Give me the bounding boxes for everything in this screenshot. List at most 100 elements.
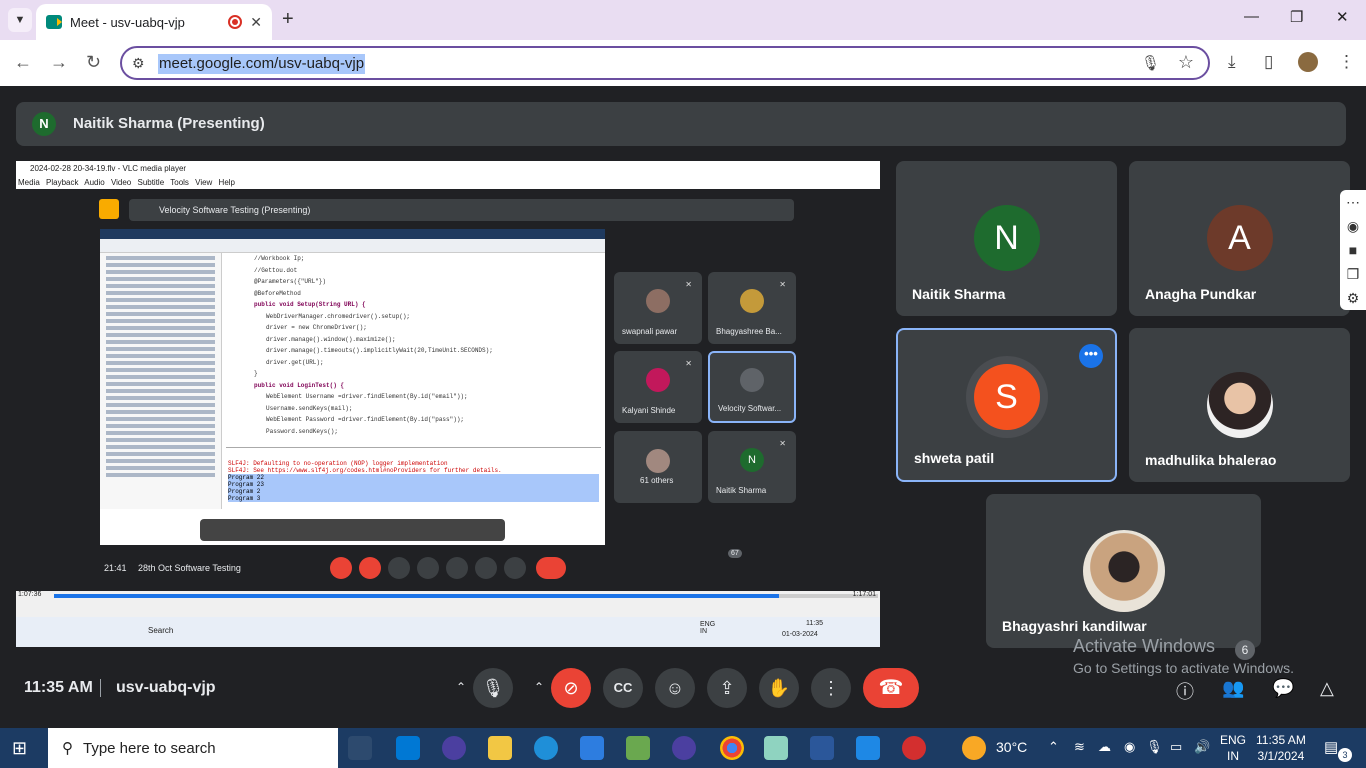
- clock-time: 11:35 AM: [1256, 733, 1306, 747]
- inner-tile: ✕ swapnali pawar: [614, 272, 702, 344]
- participant-tile-speaking[interactable]: S ••• shweta patil: [896, 328, 1117, 482]
- code-line: WebElement Password =driver.findElement(…: [266, 416, 465, 423]
- avatar: [646, 288, 670, 313]
- close-tab-icon[interactable]: ✕: [250, 14, 262, 31]
- pip-icon[interactable]: ❐: [1340, 262, 1366, 286]
- windows-start-icon[interactable]: ⊞: [12, 738, 27, 759]
- camera-tray-icon[interactable]: ◉: [1124, 739, 1135, 755]
- inner-cam-off-icon: [359, 557, 381, 579]
- avatar: [1082, 530, 1165, 612]
- emoji-button[interactable]: ☺: [655, 668, 695, 708]
- console-line: Program 23: [228, 481, 599, 488]
- file-explorer-icon[interactable]: [488, 736, 512, 760]
- code-line: driver = new ChromeDriver();: [266, 324, 367, 331]
- eclipse2-icon[interactable]: [672, 736, 696, 760]
- mic-button[interactable]: 🎙: [473, 668, 513, 708]
- temperature: 30°C: [996, 739, 1028, 755]
- mic-off-icon: ✕: [685, 359, 692, 368]
- maximize-button[interactable]: ❐: [1290, 8, 1303, 26]
- system-clock[interactable]: 11:35 AM 3/1/2024: [1256, 732, 1306, 764]
- new-tab-button[interactable]: +: [282, 8, 294, 31]
- bookmark-star-icon[interactable]: ☆: [1178, 52, 1194, 73]
- participant-tile[interactable]: A Anagha Pundkar: [1129, 161, 1350, 316]
- address-bar[interactable]: ⚙ meet.google.com/usv-uabq-vjp 🎙 ☆: [120, 46, 1210, 80]
- profile-avatar[interactable]: [1298, 52, 1318, 72]
- menu-icon[interactable]: ⋮: [1338, 52, 1355, 72]
- people-icon[interactable]: 👥: [1222, 678, 1244, 699]
- vlc-total: 1:17:01: [852, 591, 876, 598]
- avatar: [1206, 372, 1273, 438]
- photos-icon[interactable]: [856, 736, 880, 760]
- notifications-icon[interactable]: ▤: [1324, 738, 1338, 756]
- meeting-code: usv-uabq-vjp: [116, 679, 216, 696]
- camera-off-button[interactable]: ⊘: [551, 668, 591, 708]
- voice-search-icon[interactable]: 🎙: [1141, 54, 1160, 72]
- captions-button[interactable]: CC: [603, 668, 643, 708]
- chat-icon[interactable]: 💬: [1272, 678, 1294, 699]
- word-icon[interactable]: [810, 736, 834, 760]
- vlc-progress-fill: [54, 594, 780, 598]
- download-icon[interactable]: ⤓: [1228, 52, 1236, 72]
- inner-search: Search: [148, 626, 174, 635]
- inner-present-icon: [99, 199, 119, 219]
- more-options-button[interactable]: ⋮: [811, 668, 851, 708]
- mail-icon[interactable]: [580, 736, 604, 760]
- back-button[interactable]: ←: [14, 52, 32, 73]
- eclipse-window: //Workbook Ip; //Gettou.dot @Parameters(…: [100, 229, 605, 545]
- code-line: driver.get(URL);: [266, 358, 324, 366]
- site-info-icon[interactable]: ⚙: [132, 55, 145, 72]
- present-button[interactable]: ⇪: [707, 668, 747, 708]
- url-text[interactable]: meet.google.com/usv-uabq-vjp: [158, 54, 366, 74]
- participant-tile[interactable]: N Naitik Sharma: [896, 161, 1117, 316]
- raise-hand-button[interactable]: ✋: [759, 668, 799, 708]
- inner-windows-taskbar: Search ENG IN 11:35 01-03-2024: [16, 617, 880, 647]
- media-icon[interactable]: [626, 736, 650, 760]
- chrome-icon[interactable]: [720, 736, 744, 760]
- minimize-button[interactable]: —: [1244, 8, 1259, 25]
- more-options-icon[interactable]: •••: [1079, 344, 1103, 368]
- language-indicator[interactable]: ENG IN: [1220, 732, 1246, 764]
- task-view-icon[interactable]: [348, 736, 372, 760]
- inner-hangup-icon: [536, 557, 566, 579]
- tab-strip: ▼ Meet - usv-uabq-vjp ✕ + — ❐ ✕: [0, 0, 1366, 40]
- battery-icon[interactable]: ▭: [1170, 739, 1182, 755]
- tab-search-icon[interactable]: ▼: [8, 8, 32, 32]
- camera-icon[interactable]: ◉: [1340, 214, 1366, 238]
- more-icon[interactable]: ⋯: [1340, 190, 1366, 214]
- participant-tile[interactable]: Bhagyashri kandilwar: [986, 494, 1261, 648]
- inner-tile: N ✕ Naitik Sharma: [708, 431, 796, 503]
- app-icon[interactable]: [764, 736, 788, 760]
- inner-meeting: Velocity Software Testing (Presenting) /…: [16, 189, 880, 591]
- inner-presenting-bar: Velocity Software Testing (Presenting): [129, 199, 794, 221]
- eclipse-icon[interactable]: [442, 736, 466, 760]
- close-window-button[interactable]: ✕: [1336, 8, 1349, 26]
- leave-call-button[interactable]: ☎: [863, 668, 919, 708]
- participant-tile[interactable]: madhulika bhalerao: [1129, 328, 1350, 482]
- video-icon[interactable]: ■: [1340, 238, 1366, 262]
- tray-chevron-icon[interactable]: ⌃: [1048, 739, 1059, 755]
- participant-name: Naitik Sharma: [912, 286, 1006, 302]
- taskbar-search[interactable]: ⚲ Type here to search: [48, 728, 338, 768]
- activities-icon[interactable]: △: [1320, 678, 1334, 699]
- vlc-menu: Media Playback Audio Video Subtitle Tool…: [16, 177, 880, 189]
- tab-meet[interactable]: Meet - usv-uabq-vjp ✕: [36, 4, 272, 40]
- video-options-chevron-icon[interactable]: ⌃: [534, 680, 544, 694]
- settings-icon[interactable]: ⚙: [1340, 286, 1366, 310]
- audio-options-chevron-icon[interactable]: ⌃: [456, 680, 466, 694]
- inner-date: 01-03-2024: [782, 631, 818, 638]
- side-panel-icon[interactable]: ▯: [1264, 52, 1273, 72]
- recorder-icon[interactable]: [902, 736, 926, 760]
- mic-off-icon: ✕: [779, 439, 786, 448]
- meet-favicon-icon: [46, 15, 62, 29]
- mic-tray-icon[interactable]: 🎙: [1146, 739, 1163, 755]
- edge-icon[interactable]: [534, 736, 558, 760]
- volume-icon[interactable]: 🔊: [1194, 739, 1210, 755]
- forward-button[interactable]: →: [50, 52, 68, 73]
- wifi-icon[interactable]: ≋: [1074, 739, 1085, 755]
- reload-button[interactable]: ↻: [86, 52, 101, 73]
- divider: [100, 679, 101, 697]
- info-icon[interactable]: ⓘ: [1176, 678, 1194, 704]
- people-count-badge: 6: [1235, 640, 1255, 660]
- cloud-icon[interactable]: ☁: [1098, 739, 1111, 755]
- store-icon[interactable]: [396, 736, 420, 760]
